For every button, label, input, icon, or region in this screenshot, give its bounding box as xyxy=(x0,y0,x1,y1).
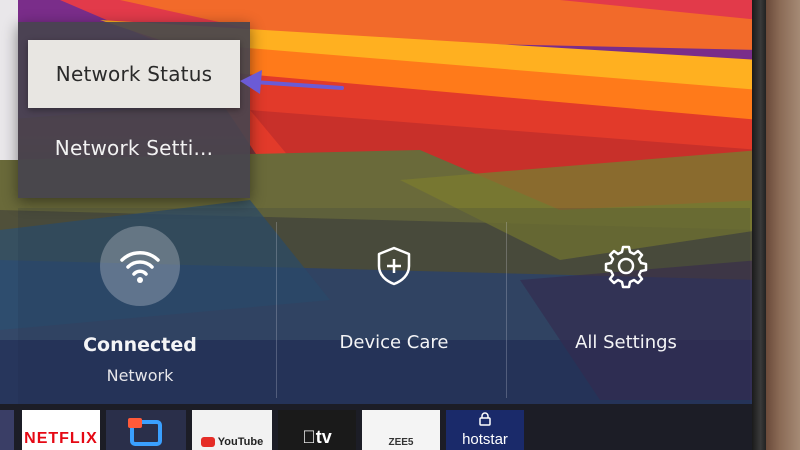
pointer-arrow-icon xyxy=(240,70,344,94)
quick-settings-panel: Connected Network Device Care All Settin… xyxy=(18,208,750,404)
device-care-tile[interactable]: Device Care xyxy=(272,208,516,404)
popup-edge xyxy=(0,0,18,160)
app-hotstar[interactable]: hotstar xyxy=(446,410,524,450)
app-netflix[interactable]: NETFLIX xyxy=(22,410,100,450)
network-label: Network xyxy=(106,366,174,385)
app-tile-partial[interactable] xyxy=(0,410,14,450)
menu-item-label: Network Setti... xyxy=(54,136,214,160)
app-label: ZEE5 xyxy=(388,437,414,448)
lock-icon xyxy=(479,412,491,426)
app-label: hotstar xyxy=(462,431,508,448)
background-wall xyxy=(766,0,800,450)
app-bar: NETFLIX YouTube tv ZEE5 hotstar xyxy=(0,404,752,450)
menu-item-network-settings[interactable]: Network Setti... xyxy=(28,114,240,182)
app-label: NETFLIX xyxy=(24,430,98,447)
menu-item-network-status[interactable]: Network Status xyxy=(28,40,240,108)
network-status-label: Connected xyxy=(83,334,197,356)
gear-icon xyxy=(586,226,666,306)
app-zee5[interactable]: ZEE5 xyxy=(362,410,440,450)
device-care-label: Device Care xyxy=(339,332,449,353)
network-popup-menu: Network Status Network Setti... xyxy=(18,22,250,198)
app-youtube[interactable]: YouTube xyxy=(192,410,272,450)
tv-bezel xyxy=(752,0,766,450)
all-settings-tile[interactable]: All Settings xyxy=(504,208,748,404)
youtube-play-icon xyxy=(200,437,215,448)
apple-icon:  xyxy=(302,427,316,449)
all-settings-label: All Settings xyxy=(575,332,677,353)
app-label: tv xyxy=(308,427,332,447)
app-label: YouTube xyxy=(217,436,264,448)
shield-plus-icon xyxy=(354,226,434,306)
app-samsung-tv-plus[interactable] xyxy=(106,410,186,450)
menu-item-label: Network Status xyxy=(55,62,213,86)
tv-plus-icon xyxy=(128,418,162,446)
wifi-icon xyxy=(100,226,180,306)
network-tile[interactable]: Connected Network xyxy=(18,208,262,404)
app-apple-tv[interactable]: tv xyxy=(278,410,356,450)
